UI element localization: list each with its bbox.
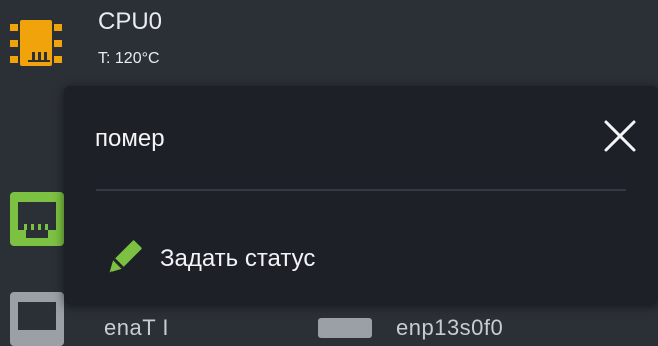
close-button[interactable]	[600, 116, 640, 156]
popup-divider	[96, 189, 626, 191]
bottom-label-2: enp13s0f0	[396, 315, 504, 340]
device-temperature: T: 120°C	[98, 50, 160, 67]
menu-item-set-status[interactable]: Задать статус	[100, 234, 315, 284]
network-port-icon	[10, 192, 64, 246]
menu-item-label: Задать статус	[160, 245, 316, 272]
cpu-chip-icon	[10, 20, 62, 66]
device-name: CPU0	[98, 8, 163, 35]
pencil-icon	[105, 240, 142, 279]
network-port-icon	[318, 318, 372, 338]
bottom-label-1: enaT I	[104, 315, 169, 340]
network-port-icon	[10, 292, 64, 346]
popup-title: помер	[95, 125, 165, 152]
context-popup: помер Задать статус	[64, 86, 658, 304]
close-icon	[604, 120, 636, 152]
